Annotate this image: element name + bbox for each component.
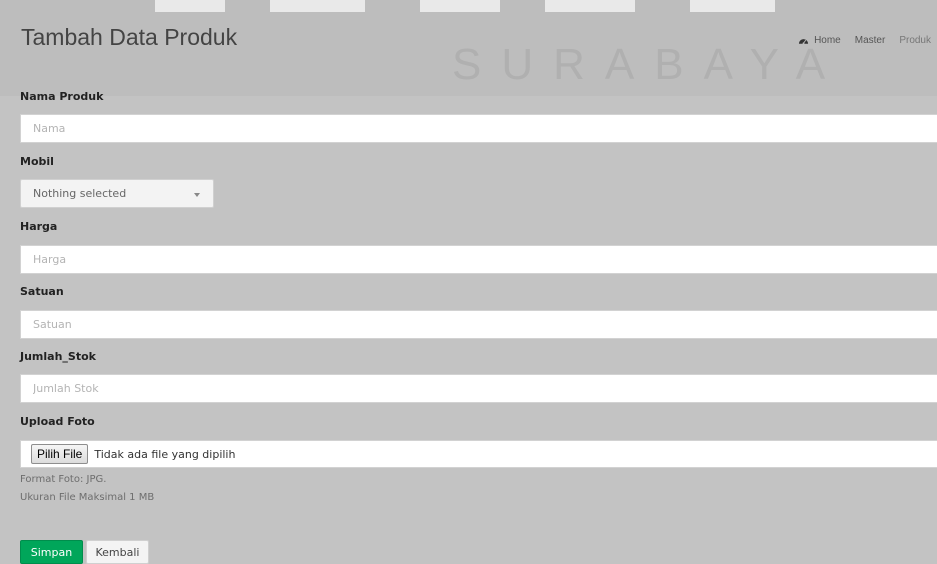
choose-file-button[interactable]: Pilih File (31, 444, 89, 464)
harga-label: Harga (20, 220, 58, 233)
back-button[interactable]: Kembali (86, 540, 149, 564)
breadcrumb-home-label: Home (814, 35, 841, 46)
caret-down-icon (194, 193, 200, 197)
breadcrumb-home[interactable]: Home (798, 35, 841, 46)
mobil-select-value: Nothing selected (33, 187, 127, 200)
upload-foto-field: Pilih File Tidak ada file yang dipilih (20, 440, 937, 468)
mobil-label: Mobil (20, 155, 54, 168)
jumlah-stok-input[interactable] (20, 374, 937, 403)
upload-foto-label: Upload Foto (20, 415, 95, 428)
satuan-input[interactable] (20, 310, 937, 339)
breadcrumb-produk: Produk (899, 35, 931, 46)
breadcrumb-master[interactable]: Master (855, 35, 886, 46)
file-status: Tidak ada file yang dipilih (94, 447, 236, 461)
watermark-text: SURABAYA (452, 40, 846, 89)
breadcrumb: Home Master Produk (798, 35, 931, 46)
help-format: Format Foto: JPG. (20, 474, 107, 485)
dashboard-icon (798, 38, 809, 44)
harga-input[interactable] (20, 245, 937, 274)
nama-produk-input[interactable] (20, 114, 937, 143)
nama-produk-label: Nama Produk (20, 90, 104, 103)
mobil-select[interactable]: Nothing selected (20, 179, 214, 208)
help-size: Ukuran File Maksimal 1 MB (20, 492, 155, 503)
save-button[interactable]: Simpan (20, 540, 83, 564)
satuan-label: Satuan (20, 285, 64, 298)
page-title: Tambah Data Produk (21, 24, 238, 50)
jumlah-stok-label: Jumlah_Stok (20, 350, 96, 363)
